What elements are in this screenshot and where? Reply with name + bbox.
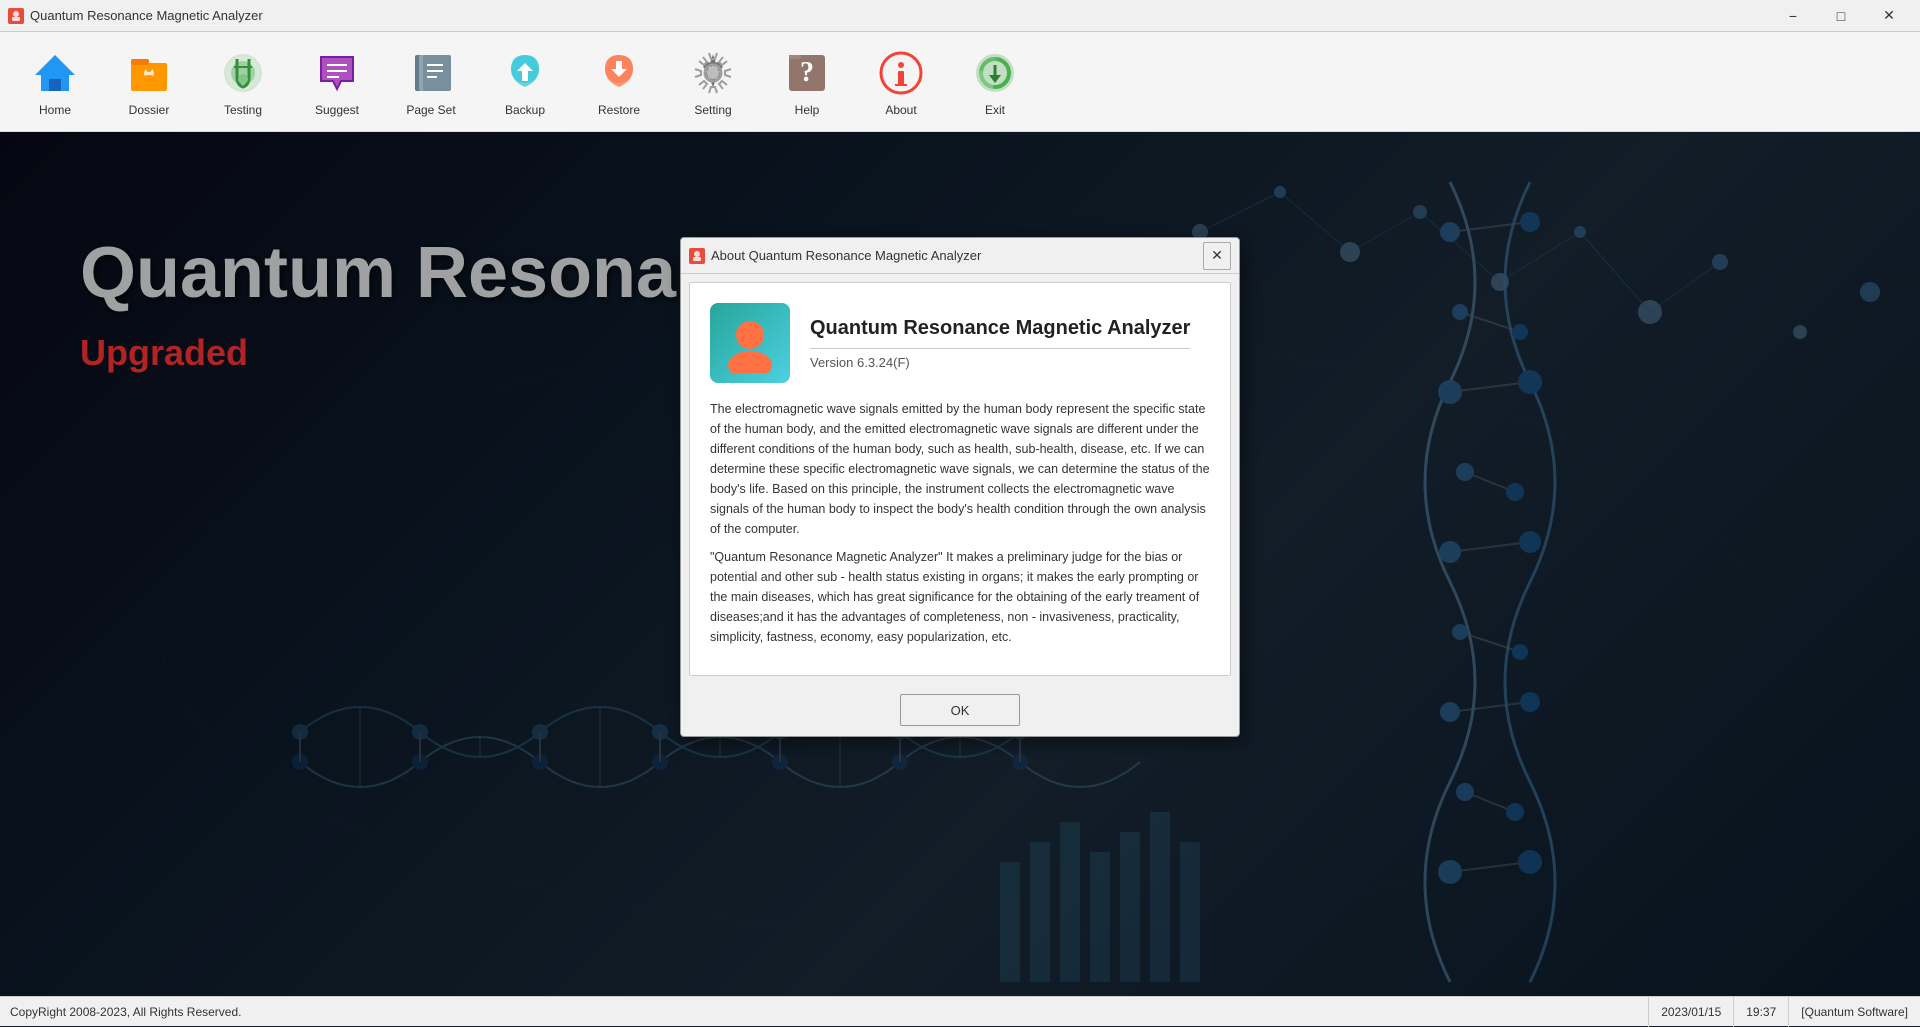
dialog-description: The electromagnetic wave signals emitted… <box>710 399 1210 647</box>
pageset-icon <box>405 47 457 99</box>
app-icon <box>8 8 24 24</box>
window-controls: − □ ✕ <box>1770 0 1912 32</box>
status-time: 19:37 <box>1733 997 1788 1027</box>
toolbar-item-suggest[interactable]: Suggest <box>292 37 382 127</box>
pageset-label: Page Set <box>406 103 455 117</box>
title-bar: Quantum Resonance Magnetic Analyzer − □ … <box>0 0 1920 32</box>
dialog-header-section: Quantum Resonance Magnetic Analyzer Vers… <box>710 303 1210 383</box>
minimize-button[interactable]: − <box>1770 0 1816 32</box>
status-date: 2023/01/15 <box>1648 997 1733 1027</box>
dialog-title-text: About Quantum Resonance Magnetic Analyze… <box>711 248 981 263</box>
dossier-icon <box>123 47 175 99</box>
home-icon <box>29 47 81 99</box>
modal-overlay: About Quantum Resonance Magnetic Analyze… <box>0 132 1920 996</box>
toolbar-item-restore[interactable]: Restore <box>574 37 664 127</box>
dialog-app-info: Quantum Resonance Magnetic Analyzer Vers… <box>810 317 1190 370</box>
dialog-description-2: "Quantum Resonance Magnetic Analyzer" It… <box>710 547 1210 647</box>
dialog-version: Version 6.3.24(F) <box>810 355 1190 370</box>
testing-icon <box>217 47 269 99</box>
setting-label: Setting <box>694 103 731 117</box>
dialog-title-left: About Quantum Resonance Magnetic Analyze… <box>689 248 981 264</box>
about-dialog: About Quantum Resonance Magnetic Analyze… <box>680 237 1240 737</box>
toolbar-item-home[interactable]: Home <box>10 37 100 127</box>
setting-icon <box>687 47 739 99</box>
help-icon: ? <box>781 47 833 99</box>
status-right: 2023/01/15 19:37 [Quantum Software] <box>1648 997 1920 1027</box>
testing-label: Testing <box>224 103 262 117</box>
about-icon <box>875 47 927 99</box>
dialog-body: Quantum Resonance Magnetic Analyzer Vers… <box>689 282 1231 676</box>
toolbar-item-setting[interactable]: Setting <box>668 37 758 127</box>
toolbar-item-exit[interactable]: Exit <box>950 37 1040 127</box>
dialog-app-icon-large <box>710 303 790 383</box>
exit-label: Exit <box>985 103 1005 117</box>
suggest-label: Suggest <box>315 103 359 117</box>
about-label: About <box>885 103 916 117</box>
window-close-button[interactable]: ✕ <box>1866 0 1912 32</box>
main-background: Quantum Resona Upgraded About Quantum Re… <box>0 132 1920 996</box>
dialog-footer: OK <box>681 684 1239 736</box>
restore-label: Restore <box>598 103 640 117</box>
title-bar-text: Quantum Resonance Magnetic Analyzer <box>30 8 263 23</box>
toolbar-item-help[interactable]: ? Help <box>762 37 852 127</box>
maximize-button[interactable]: □ <box>1818 0 1864 32</box>
status-copyright: CopyRight 2008-2023, All Rights Reserved… <box>0 1005 1648 1019</box>
status-software: [Quantum Software] <box>1788 997 1920 1027</box>
toolbar-item-backup[interactable]: Backup <box>480 37 570 127</box>
home-label: Home <box>39 103 71 117</box>
toolbar-item-pageset[interactable]: Page Set <box>386 37 476 127</box>
svg-text:?: ? <box>800 57 814 88</box>
restore-icon <box>593 47 645 99</box>
backup-icon <box>499 47 551 99</box>
toolbar-item-testing[interactable]: Testing <box>198 37 288 127</box>
backup-label: Backup <box>505 103 545 117</box>
toolbar-item-dossier[interactable]: Dossier <box>104 37 194 127</box>
status-bar: CopyRight 2008-2023, All Rights Reserved… <box>0 996 1920 1026</box>
dialog-app-icon <box>689 248 705 264</box>
dialog-close-button[interactable]: ✕ <box>1203 242 1231 270</box>
toolbar: Home Dossier Testing <box>0 32 1920 132</box>
exit-icon <box>969 47 1021 99</box>
dialog-title-bar: About Quantum Resonance Magnetic Analyze… <box>681 238 1239 274</box>
suggest-icon <box>311 47 363 99</box>
dialog-app-name: Quantum Resonance Magnetic Analyzer <box>810 317 1190 340</box>
dialog-description-1: The electromagnetic wave signals emitted… <box>710 399 1210 539</box>
ok-button[interactable]: OK <box>900 694 1020 726</box>
version-divider <box>810 348 1190 349</box>
title-bar-left: Quantum Resonance Magnetic Analyzer <box>8 8 263 24</box>
toolbar-item-about[interactable]: About <box>856 37 946 127</box>
dossier-label: Dossier <box>129 103 170 117</box>
help-label: Help <box>795 103 820 117</box>
